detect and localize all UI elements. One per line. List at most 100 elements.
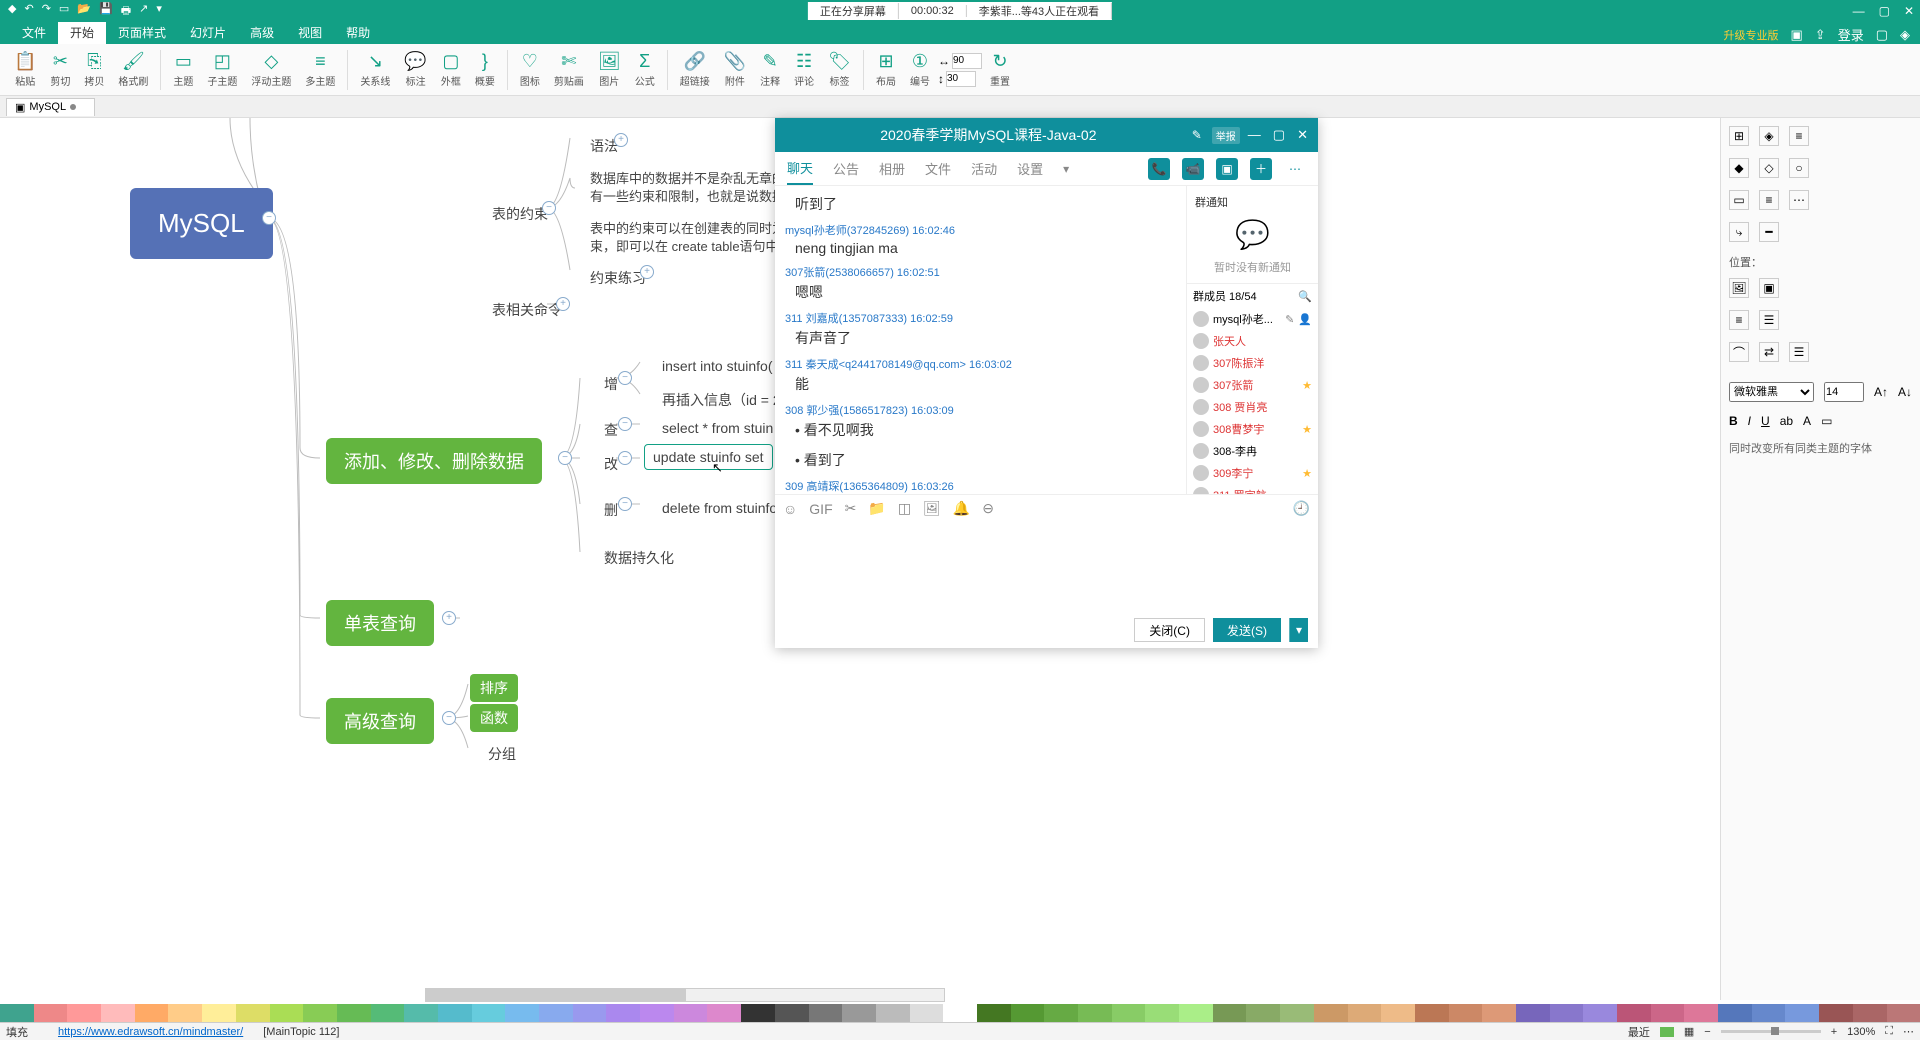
color-swatch[interactable] xyxy=(1011,1004,1045,1022)
chat-send-button[interactable]: 发送(S) xyxy=(1213,618,1281,642)
strike-icon[interactable]: ab xyxy=(1780,414,1793,428)
node-adv[interactable]: 高级查询 xyxy=(326,698,434,744)
color-swatch[interactable] xyxy=(135,1004,169,1022)
color-swatch[interactable] xyxy=(1280,1004,1314,1022)
node-group[interactable]: 分组 xyxy=(474,738,530,770)
node-add1[interactable]: insert into stuinfo( xyxy=(648,352,787,380)
expander-icon[interactable]: − xyxy=(618,371,632,385)
height-input[interactable] xyxy=(946,71,976,87)
node-persist[interactable]: 数据持久化 xyxy=(590,542,688,574)
width-input[interactable] xyxy=(952,53,982,69)
underline-icon[interactable]: U xyxy=(1761,414,1770,428)
color-swatch[interactable] xyxy=(67,1004,101,1022)
member-item[interactable]: mysql孙老...✎👤 xyxy=(1187,308,1318,330)
color-swatch[interactable] xyxy=(101,1004,135,1022)
gif-icon[interactable]: GIF xyxy=(809,501,832,517)
color-swatch[interactable] xyxy=(674,1004,708,1022)
color-swatch[interactable] xyxy=(640,1004,674,1022)
font-select[interactable]: 微软雅黑 xyxy=(1729,382,1814,402)
color-swatch[interactable] xyxy=(1887,1004,1920,1022)
tab-chat[interactable]: 聊天 xyxy=(787,152,813,185)
fmt-align-icon[interactable]: ≡ xyxy=(1729,310,1749,330)
login-link[interactable]: 登录 xyxy=(1838,25,1864,44)
share-icon[interactable]: ⇪ xyxy=(1815,27,1826,43)
color-swatch[interactable] xyxy=(505,1004,539,1022)
fmt-fill-icon[interactable]: ◆ xyxy=(1729,158,1749,178)
chat-close-icon[interactable]: ✕ xyxy=(1297,127,1308,143)
undo-icon[interactable]: ↶ xyxy=(24,2,33,21)
tab-album[interactable]: 相册 xyxy=(879,153,905,184)
color-swatch[interactable] xyxy=(1179,1004,1213,1022)
fmt-border-icon[interactable]: ▭ xyxy=(1729,190,1749,210)
highlight-icon[interactable]: ▭ xyxy=(1821,414,1832,428)
member-item[interactable]: 311 罗宇航 xyxy=(1187,484,1318,494)
node-add2[interactable]: 再插入信息（id = 2 xyxy=(648,384,795,416)
color-swatch[interactable] xyxy=(707,1004,741,1022)
color-swatch[interactable] xyxy=(1246,1004,1280,1022)
zoom-in-icon[interactable]: + xyxy=(1831,1026,1837,1038)
color-swatch[interactable] xyxy=(1651,1004,1685,1022)
color-swatch[interactable] xyxy=(236,1004,270,1022)
fmt-list-icon[interactable]: ☰ xyxy=(1789,342,1809,362)
node-func[interactable]: 函数 xyxy=(470,704,518,732)
expander-icon[interactable]: − xyxy=(618,497,632,511)
float-topic-button[interactable]: ◇浮动主题 xyxy=(245,49,297,90)
expander-icon[interactable]: − xyxy=(442,711,456,725)
folder-icon[interactable]: 📁 xyxy=(868,500,885,517)
minimize-icon[interactable]: — xyxy=(1853,4,1865,18)
export-icon[interactable]: ↗ xyxy=(139,2,148,21)
attach-button[interactable]: 📎附件 xyxy=(718,49,752,90)
fmt-width-icon[interactable]: ━ xyxy=(1759,222,1779,242)
color-swatch[interactable] xyxy=(472,1004,506,1022)
color-icon[interactable]: A xyxy=(1803,414,1811,428)
font-size-input[interactable] xyxy=(1824,382,1864,402)
format-painter-button[interactable]: 🖌格式刷 xyxy=(112,49,154,90)
upgrade-link[interactable]: 升级专业版 xyxy=(1723,27,1778,43)
node-sort[interactable]: 排序 xyxy=(470,674,518,702)
color-swatch[interactable] xyxy=(775,1004,809,1022)
h-scrollbar[interactable] xyxy=(425,988,945,1002)
color-swatch[interactable] xyxy=(303,1004,337,1022)
more-icon[interactable]: ⋯ xyxy=(1284,158,1306,180)
new-icon[interactable]: ▭ xyxy=(59,2,69,21)
font-dec-icon[interactable]: A↓ xyxy=(1898,385,1912,399)
more-status-icon[interactable]: ⋯ xyxy=(1903,1025,1914,1038)
color-swatch[interactable] xyxy=(842,1004,876,1022)
image-tool-icon[interactable]: 🖼 xyxy=(923,500,941,517)
topic-button[interactable]: ▭主题 xyxy=(167,49,199,90)
expander-icon[interactable]: − xyxy=(618,417,632,431)
fmt-justify-icon[interactable]: ☰ xyxy=(1759,310,1779,330)
color-swatch[interactable] xyxy=(1819,1004,1853,1022)
fmt-spacing-icon[interactable]: ⇄ xyxy=(1759,342,1779,362)
member-item[interactable]: 308 贾肖亮 xyxy=(1187,396,1318,418)
member-item[interactable]: 309李宁★ xyxy=(1187,462,1318,484)
menu-view[interactable]: 视图 xyxy=(286,21,334,44)
node-desc2[interactable]: 有一些约束和限制，也就是说数据 xyxy=(576,180,799,211)
italic-icon[interactable]: I xyxy=(1748,414,1751,428)
color-swatch[interactable] xyxy=(404,1004,438,1022)
color-swatch[interactable] xyxy=(1381,1004,1415,1022)
node-desc4[interactable]: 束，即可以在 create table语句中 xyxy=(576,230,793,261)
maximize-icon[interactable]: ▢ xyxy=(1879,4,1890,18)
zoom-out-icon[interactable]: − xyxy=(1704,1026,1710,1038)
fmt-line-icon[interactable]: ≡ xyxy=(1759,190,1779,210)
color-swatch[interactable] xyxy=(606,1004,640,1022)
edit-title-icon[interactable]: ✎ xyxy=(1192,128,1202,142)
color-swatch[interactable] xyxy=(573,1004,607,1022)
expander-icon[interactable]: + xyxy=(442,611,456,625)
report-badge[interactable]: 举报 xyxy=(1212,127,1240,144)
fmt-shade-icon[interactable]: ◇ xyxy=(1759,158,1779,178)
cut-button[interactable]: ✂剪切 xyxy=(44,49,76,90)
member-item[interactable]: 307张箭★ xyxy=(1187,374,1318,396)
color-swatch[interactable] xyxy=(1853,1004,1887,1022)
color-swatch[interactable] xyxy=(270,1004,304,1022)
color-swatch[interactable] xyxy=(876,1004,910,1022)
boundary-button[interactable]: ▢外框 xyxy=(435,49,467,90)
chevron-down-icon[interactable]: ▾ xyxy=(1063,162,1069,176)
menu-advanced[interactable]: 高级 xyxy=(238,21,286,44)
color-swatch[interactable] xyxy=(1718,1004,1752,1022)
menu-file[interactable]: 文件 xyxy=(10,21,58,44)
color-swatch[interactable] xyxy=(371,1004,405,1022)
color-swatch[interactable] xyxy=(1044,1004,1078,1022)
color-swatch[interactable] xyxy=(34,1004,68,1022)
